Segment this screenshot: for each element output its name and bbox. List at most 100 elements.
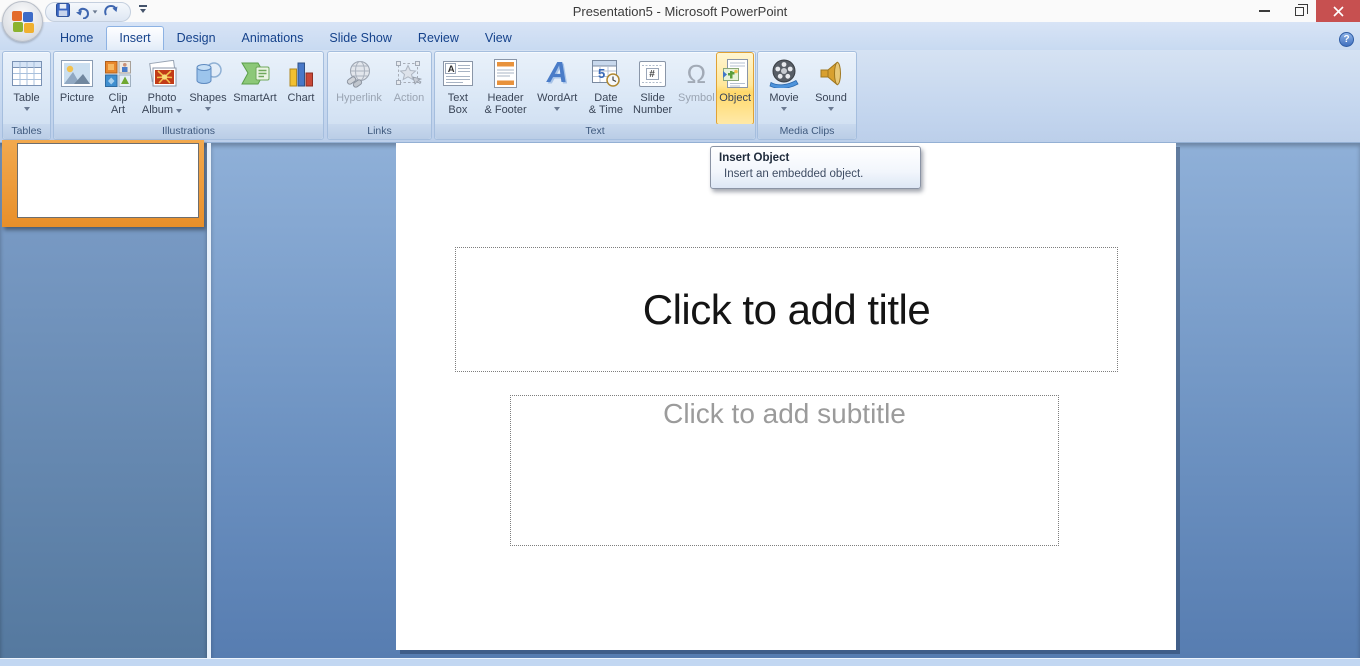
slide-editor-area: Click to add title Click to add subtitle — [211, 143, 1360, 666]
date-time-button[interactable]: 5 Date & Time — [583, 52, 629, 125]
ribbon: Table Tables Picture Clip Art Photo Albu… — [0, 50, 1360, 143]
ribbon-group-links: Hyperlink Action Links — [327, 51, 432, 140]
close-icon — [1332, 5, 1344, 17]
ribbon-group-media-clips: Movie Sound Media Clips — [757, 51, 857, 140]
dropdown-arrow-icon — [205, 107, 211, 111]
shapes-icon — [193, 55, 223, 92]
customize-qat-button[interactable] — [136, 5, 150, 19]
movie-button[interactable]: Movie — [761, 52, 807, 125]
save-icon — [56, 2, 70, 17]
slide-number-button[interactable]: # Slide Number — [629, 52, 677, 125]
slide-number-icon: # — [639, 55, 667, 92]
tab-design[interactable]: Design — [164, 27, 229, 50]
tooltip-title: Insert Object — [719, 152, 790, 164]
wordart-button[interactable]: A WordArt — [531, 52, 583, 125]
ribbon-group-tables: Table Tables — [2, 51, 51, 140]
text-box-icon: A — [442, 55, 473, 92]
undo-button[interactable] — [75, 6, 98, 19]
redo-icon — [104, 4, 118, 16]
dropdown-arrow-icon — [828, 107, 834, 111]
header-footer-icon — [494, 55, 518, 92]
title-bar: Presentation5 - Microsoft PowerPoint — [0, 0, 1360, 22]
group-label-media-clips: Media Clips — [758, 124, 856, 139]
close-button[interactable] — [1316, 0, 1360, 22]
hyperlink-button[interactable]: Hyperlink — [330, 52, 388, 125]
help-button[interactable]: ? — [1339, 32, 1354, 47]
slide-thumbnail-preview — [17, 143, 199, 218]
window-title: Presentation5 - Microsoft PowerPoint — [572, 4, 788, 19]
symbol-button[interactable]: Ω Symbol — [676, 52, 716, 125]
tab-home[interactable]: Home — [47, 27, 106, 50]
photo-album-button[interactable]: Photo Album — [138, 52, 186, 125]
office-logo-icon — [11, 10, 34, 33]
table-icon — [11, 55, 42, 92]
text-box-button[interactable]: A Text Box — [436, 52, 480, 125]
workspace: Click to add title Click to add subtitle — [0, 140, 1360, 666]
group-label-links: Links — [328, 124, 431, 139]
smartart-icon — [240, 55, 271, 92]
shapes-button[interactable]: Shapes — [187, 52, 229, 125]
smartart-button[interactable]: SmartArt — [230, 52, 280, 125]
table-button[interactable]: Table — [4, 52, 49, 125]
minimize-icon — [1258, 10, 1270, 12]
object-button[interactable]: Object — [716, 52, 754, 125]
ribbon-group-text: A Text Box Header & Footer A WordArt 5 D… — [434, 51, 756, 140]
clip-art-icon — [105, 55, 131, 92]
photo-album-icon — [146, 55, 179, 92]
tab-insert[interactable]: Insert — [106, 26, 164, 50]
title-placeholder[interactable]: Click to add title — [455, 247, 1118, 372]
restore-button[interactable] — [1283, 0, 1315, 22]
powerpoint-window: Presentation5 - Microsoft PowerPoint Hom… — [0, 0, 1360, 666]
tab-slide-show[interactable]: Slide Show — [316, 27, 405, 50]
picture-button[interactable]: Picture — [56, 52, 98, 125]
ribbon-group-illustrations: Picture Clip Art Photo Album Shapes Smar… — [53, 51, 324, 140]
sound-icon — [818, 55, 844, 92]
subtitle-placeholder[interactable]: Click to add subtitle — [510, 395, 1059, 546]
help-icon: ? — [1343, 34, 1350, 45]
tab-view[interactable]: View — [472, 27, 525, 50]
picture-icon — [61, 55, 93, 92]
action-icon — [395, 55, 423, 92]
undo-icon — [76, 7, 90, 19]
restore-icon — [1294, 3, 1308, 16]
dropdown-arrow-icon — [176, 108, 183, 113]
status-bar-strip — [0, 658, 1360, 666]
chart-button[interactable]: Chart — [281, 52, 321, 125]
svg-text:5: 5 — [598, 66, 605, 81]
slide-thumbnail[interactable] — [2, 140, 204, 227]
customize-qat-arrow-icon — [140, 8, 146, 13]
hyperlink-icon — [344, 55, 374, 92]
tooltip-description: Insert an embedded object. — [724, 168, 864, 180]
dropdown-arrow-icon — [23, 107, 30, 111]
slides-pane[interactable] — [0, 140, 207, 666]
tab-review[interactable]: Review — [405, 27, 472, 50]
wordart-icon: A — [546, 57, 568, 89]
svg-text:A: A — [448, 64, 455, 75]
save-button[interactable] — [56, 2, 70, 22]
dropdown-arrow-icon — [781, 107, 787, 111]
clip-art-button[interactable]: Clip Art — [99, 52, 137, 125]
symbol-icon: Ω — [686, 58, 707, 89]
object-icon — [722, 55, 749, 92]
slide-canvas[interactable]: Click to add title Click to add subtitle — [396, 143, 1176, 650]
redo-button[interactable] — [103, 3, 118, 21]
group-label-illustrations: Illustrations — [54, 124, 323, 139]
customize-qat-icon — [139, 5, 147, 7]
minimize-button[interactable] — [1248, 0, 1280, 22]
group-label-text: Text — [435, 124, 755, 139]
dropdown-arrow-icon — [554, 107, 561, 111]
ribbon-tab-row: Home Insert Design Animations Slide Show… — [0, 22, 1360, 50]
chart-icon — [288, 55, 315, 92]
tooltip-insert-object: Insert Object Insert an embedded object. — [710, 146, 921, 189]
group-label-tables: Tables — [3, 124, 50, 139]
svg-text:#: # — [649, 69, 655, 80]
action-button[interactable]: Action — [389, 52, 429, 125]
movie-icon — [769, 55, 800, 92]
tab-animations[interactable]: Animations — [229, 27, 317, 50]
office-button[interactable] — [2, 1, 43, 42]
header-footer-button[interactable]: Header & Footer — [480, 52, 532, 125]
sound-button[interactable]: Sound — [809, 52, 853, 125]
quick-access-toolbar — [45, 2, 131, 22]
date-time-icon: 5 — [591, 55, 620, 92]
undo-dropdown-arrow-icon — [92, 10, 98, 14]
